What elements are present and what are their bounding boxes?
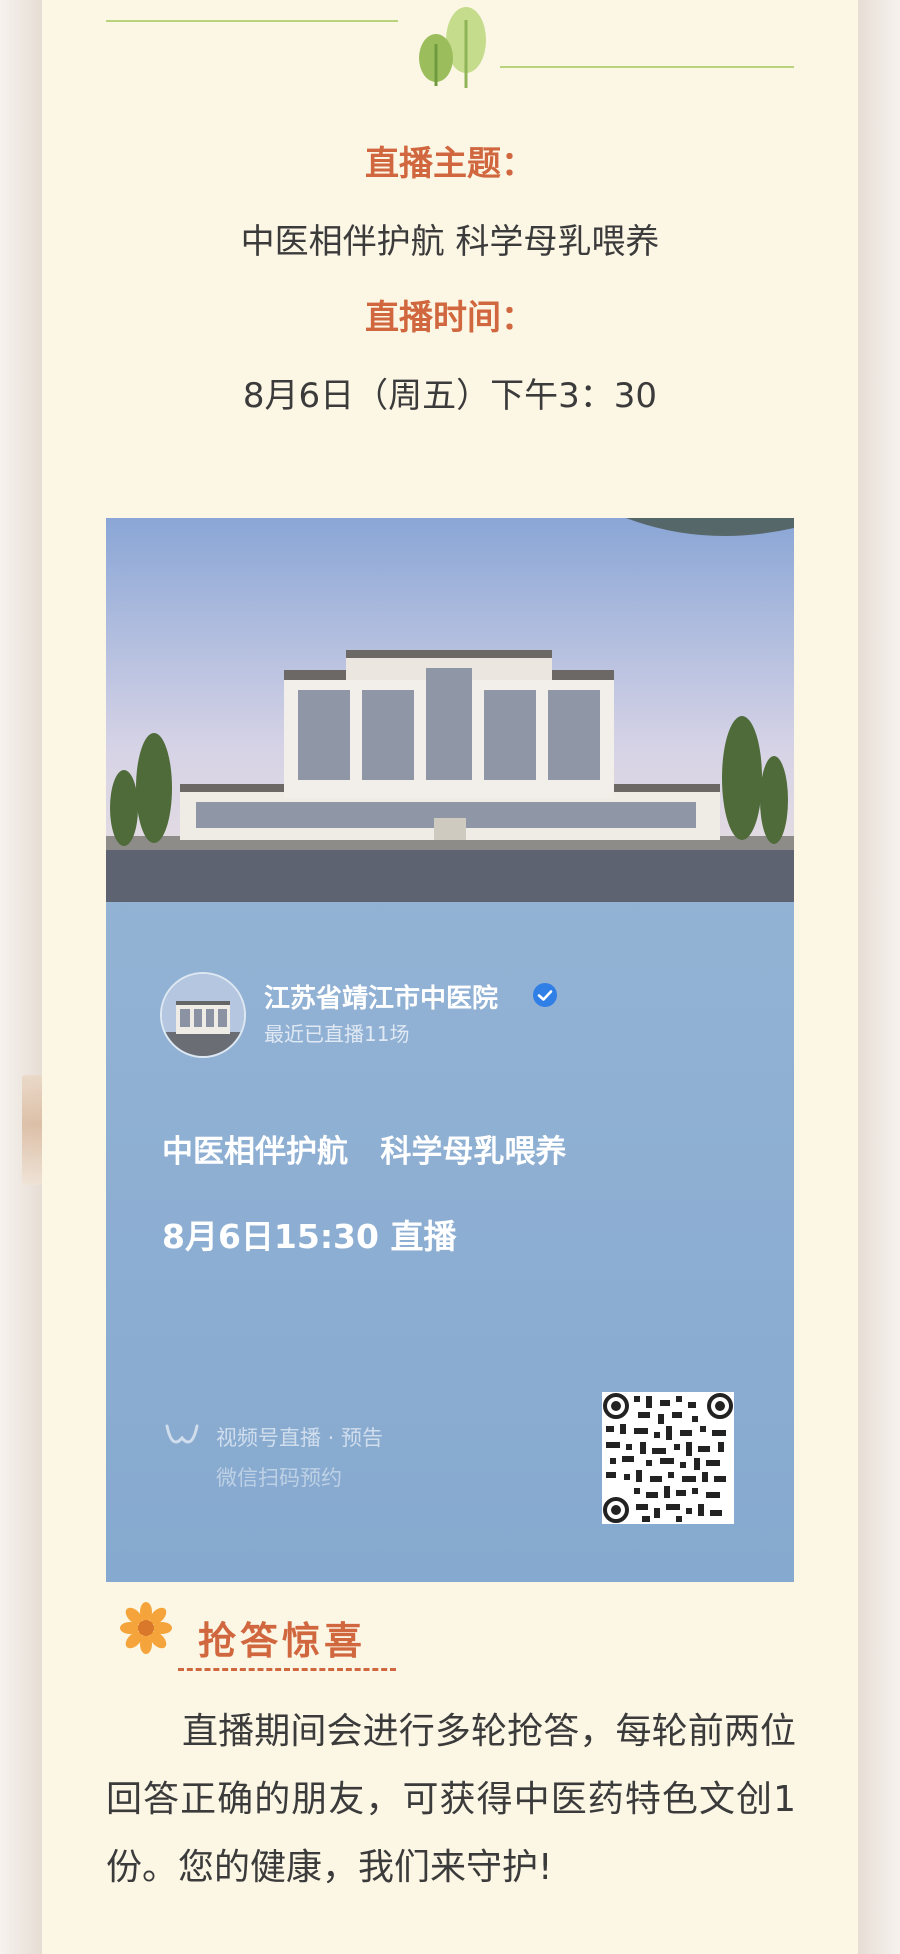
channel-label: 视频号直播 · 预告 — [216, 1426, 384, 1450]
flower-icon — [120, 1602, 172, 1654]
avatar[interactable] — [160, 972, 246, 1058]
time-text: 8月6日（周五）下午3：30 — [242, 376, 658, 416]
divider-line-right — [500, 66, 794, 68]
hospital-building-image — [106, 518, 794, 902]
live-count-text: 最近已直播11场 — [264, 1022, 410, 1046]
paper-decoration — [22, 1075, 42, 1185]
scan-reserve-label: 微信扫码预约 — [216, 1466, 342, 1490]
org-name[interactable]: 江苏省靖江市中医院 — [264, 978, 498, 1015]
time-label: 直播时间： — [365, 298, 535, 338]
live-preview-card[interactable]: 江苏省靖江市中医院 最近已直播11场 中医相伴护航 科学母乳喂养 8月6日15:… — [106, 518, 794, 1582]
topic-text: 中医相伴护航 科学母乳喂养 — [240, 222, 660, 262]
surprise-paragraph: 直播期间会进行多轮抢答，每轮前两位回答正确的朋友，可获得中医药特色文创1份。您的… — [106, 1711, 796, 1888]
live-title: 中医相伴护航 科学母乳喂养 — [162, 1134, 567, 1170]
topic-label: 直播主题： — [365, 144, 535, 184]
surprise-title: 抢答惊喜 — [198, 1619, 367, 1663]
verified-icon — [533, 983, 557, 1007]
qr-code[interactable] — [602, 1392, 734, 1524]
avatar-image — [162, 974, 244, 1056]
tree-icon — [419, 7, 486, 88]
divider-line-left — [106, 20, 398, 22]
channels-icon — [165, 1424, 199, 1444]
title-underline — [178, 1668, 396, 1671]
live-time: 8月6日15:30 直播 — [162, 1217, 457, 1256]
